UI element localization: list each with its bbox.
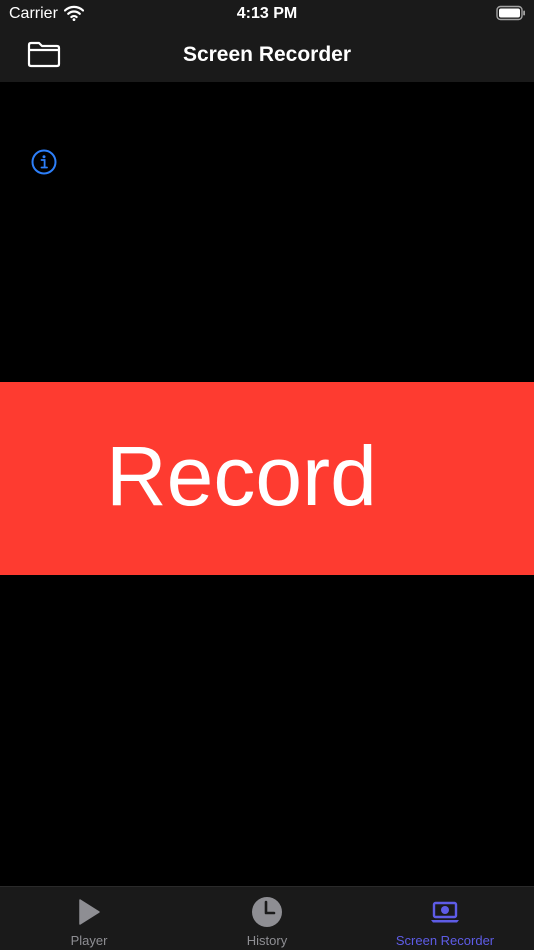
record-label: Record	[106, 429, 377, 523]
tab-screen-recorder[interactable]: Screen Recorder	[356, 887, 534, 950]
screen-recorder-screen: Carrier 4:13 PM Screen Recorder Record P…	[0, 0, 534, 950]
info-button[interactable]	[30, 148, 58, 176]
battery-icon	[496, 5, 525, 21]
status-bar: Carrier 4:13 PM	[0, 0, 534, 28]
play-icon	[79, 899, 100, 925]
tab-history[interactable]: History	[178, 887, 356, 950]
tab-screen-recorder-label: Screen Recorder	[395, 933, 495, 948]
page-title: Screen Recorder	[182, 43, 352, 66]
laptop-recorder-icon	[431, 901, 459, 923]
tab-history-label: History	[246, 933, 288, 948]
info-icon	[31, 149, 57, 175]
tab-player-label: Player	[70, 933, 108, 948]
record-button[interactable]: Record	[0, 382, 534, 575]
clock-icon	[252, 897, 282, 927]
tab-bar: Player History Screen Recorder	[0, 886, 534, 950]
tab-player[interactable]: Player	[0, 887, 178, 950]
navigation-bar: Screen Recorder	[0, 28, 534, 82]
status-time: 4:13 PM	[236, 5, 298, 22]
